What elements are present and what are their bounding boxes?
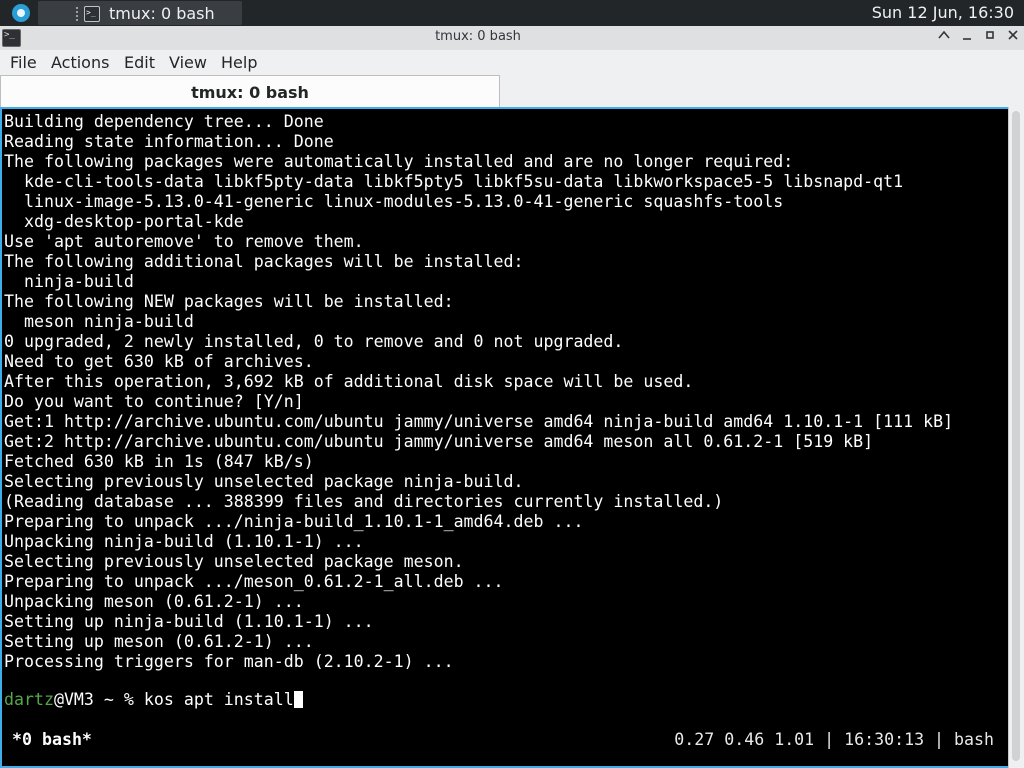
terminal-line: Use 'apt autoremove' to remove them. (4, 232, 364, 251)
terminal-line: Processing triggers for man-db (2.10.2-1… (4, 652, 454, 671)
minimize-button[interactable] (957, 28, 977, 48)
terminal-line: Reading state information... Done (4, 132, 334, 151)
terminal-line: xdg-desktop-portal-kde (4, 212, 244, 231)
close-icon (1008, 30, 1018, 40)
scrollbar[interactable] (1008, 107, 1024, 768)
terminal-line: Get:1 http://archive.ubuntu.com/ubuntu j… (4, 412, 954, 431)
clock[interactable]: Sun 12 Jun, 16:30 (872, 3, 1014, 22)
terminal-line: ninja-build (4, 272, 134, 291)
minimize-icon (963, 38, 971, 40)
terminal-line: Setting up ninja-build (1.10.1-1) ... (4, 612, 374, 631)
menu-actions[interactable]: Actions (51, 53, 109, 72)
terminal-line: Do you want to continue? [Y/n] (4, 392, 304, 411)
prompt-host-path: @VM3 ~ % (53, 690, 144, 709)
command-input[interactable]: kos apt install (144, 690, 294, 709)
terminal-line: Preparing to unpack .../meson_0.61.2-1_a… (4, 572, 504, 591)
terminal-line: After this operation, 3,692 kB of additi… (4, 372, 694, 391)
terminal-line: Unpacking ninja-build (1.10.1-1) ... (4, 532, 364, 551)
terminal-line: Unpacking meson (0.61.2-1) ... (4, 592, 304, 611)
prompt-line[interactable]: dartz@VM3 ~ % kos apt install (4, 690, 303, 710)
keep-above-button[interactable] (934, 28, 954, 48)
terminal-line: Setting up meson (0.61.2-1) ... (4, 632, 314, 651)
maximize-button[interactable] (980, 28, 1000, 48)
terminal-line: 0 upgraded, 2 newly installed, 0 to remo… (4, 332, 624, 351)
terminal-line: Fetched 630 kB in 1s (847 kB/s) (4, 452, 314, 471)
terminal-line: Building dependency tree... Done (4, 112, 324, 131)
prompt-user: dartz (4, 690, 54, 709)
close-button[interactable] (1003, 28, 1023, 48)
terminal-line: linux-image-5.13.0-41-generic linux-modu… (4, 192, 784, 211)
terminal-line: Get:2 http://archive.ubuntu.com/ubuntu j… (4, 432, 874, 451)
text-cursor (293, 691, 303, 708)
chevron-up-icon (938, 30, 950, 39)
menu-view[interactable]: View (169, 53, 207, 72)
window-title: tmux: 0 bash (435, 29, 521, 44)
top-panel: >_ tmux: 0 bash Sun 12 Jun, 16:30 (0, 0, 1024, 26)
tmux-status-right: 0.27 0.46 1.01 | 16:30:13 | bash (674, 730, 994, 749)
menu-bar: File Actions Edit View Help (0, 50, 1024, 75)
menu-edit[interactable]: Edit (124, 53, 155, 72)
terminal-line: The following packages were automaticall… (4, 152, 794, 171)
terminal-line: The following NEW packages will be insta… (4, 292, 454, 311)
taskbar-item-label: tmux: 0 bash (109, 4, 215, 23)
tmux-window-status[interactable]: *0 bash* (12, 730, 92, 750)
window-titlebar[interactable]: >_ tmux: 0 bash (0, 26, 1024, 51)
menu-help[interactable]: Help (221, 53, 257, 72)
terminal-view[interactable]: Building dependency tree... Done Reading … (0, 107, 1008, 768)
terminal-line: Selecting previously unselected package … (4, 552, 464, 571)
taskbar-item-konsole[interactable]: >_ tmux: 0 bash (38, 1, 242, 25)
scrollbar-thumb[interactable] (1012, 111, 1020, 761)
tab-bar: tmux: 0 bash (0, 75, 1024, 108)
terminal-line: kde-cli-tools-data libkf5pty-data libkf5… (4, 172, 904, 191)
maximize-icon (986, 31, 994, 39)
terminal-output: Building dependency tree... Done Reading … (4, 112, 953, 672)
terminal-line: (Reading database ... 388399 files and d… (4, 492, 724, 511)
kde-launcher-icon[interactable] (12, 4, 30, 22)
tab-tmux[interactable]: tmux: 0 bash (0, 75, 500, 107)
terminal-icon: >_ (84, 6, 100, 22)
terminal-line: Selecting previously unselected package … (4, 472, 524, 491)
pager-icon[interactable] (76, 7, 81, 21)
terminal-line: meson ninja-build (4, 312, 194, 331)
terminal-line: Preparing to unpack .../ninja-build_1.10… (4, 512, 584, 531)
terminal-line: The following additional packages will b… (4, 252, 524, 271)
tab-label: tmux: 0 bash (191, 83, 309, 102)
menu-file[interactable]: File (10, 53, 37, 72)
terminal-line: Need to get 630 kB of archives. (4, 352, 314, 371)
